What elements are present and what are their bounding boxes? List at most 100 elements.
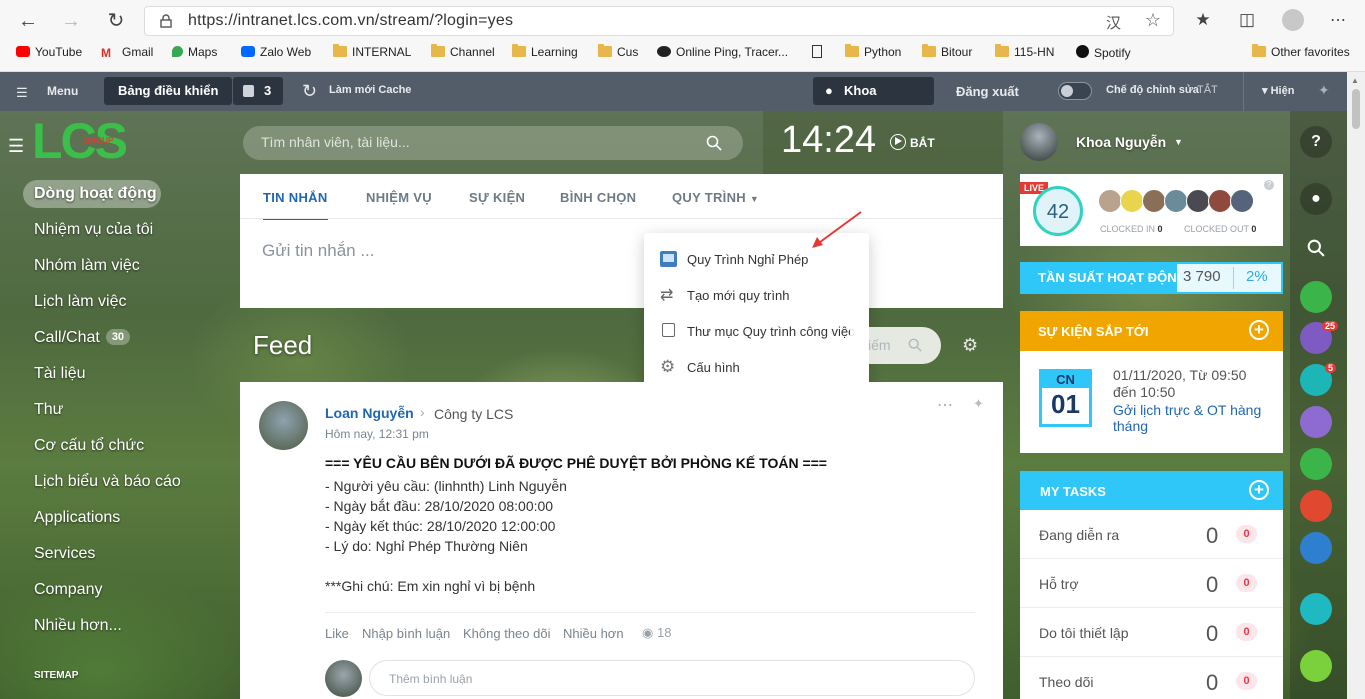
nav-item-documents[interactable]: Tài liệu [34, 365, 86, 383]
comment-button[interactable]: Nhập bình luận [362, 626, 450, 641]
profile-avatar-icon[interactable] [1282, 9, 1304, 31]
search-input[interactable] [261, 134, 681, 150]
task-row[interactable]: Theo dõi 0 0 [1020, 657, 1283, 699]
favorites-icon[interactable]: ★ [1192, 10, 1214, 30]
collections-icon[interactable]: ◫ [1236, 10, 1258, 30]
post-target[interactable]: Công ty LCS [434, 406, 513, 422]
pin-icon[interactable]: ✦ [973, 396, 984, 412]
presence-count-ring[interactable]: 42 [1033, 186, 1083, 236]
help-icon[interactable]: ? [1264, 180, 1274, 190]
task-row[interactable]: Đang diễn ra 0 0 [1020, 510, 1283, 559]
bookmark-zalo[interactable]: Zalo Web [241, 45, 311, 59]
play-icon[interactable] [890, 134, 906, 150]
feed-search[interactable]: iếm [850, 327, 941, 364]
bookmark-maps[interactable]: Maps [172, 45, 217, 59]
nav-item-reports[interactable]: Lịch biểu và báo cáo [34, 473, 181, 491]
nav-item-applications[interactable]: Applications [34, 509, 120, 527]
avatar[interactable] [1020, 123, 1058, 161]
avatar[interactable] [1164, 189, 1188, 213]
nav-item-mail[interactable]: Thư [34, 401, 63, 419]
avatar[interactable] [1142, 189, 1166, 213]
menu-item-settings[interactable]: ⚙ Cấu hình [644, 349, 869, 385]
refresh-cache-button[interactable]: Làm mới Cache [329, 84, 411, 96]
bell-icon[interactable]: ● [1300, 183, 1332, 215]
nav-item-my-tasks[interactable]: Nhiệm vụ của tôi [34, 221, 153, 239]
address-bar[interactable]: https://intranet.lcs.com.vn/stream/?logi… [144, 6, 1174, 36]
dashboard-button[interactable]: Bảng điều khiển [104, 77, 233, 105]
avatar[interactable] [1230, 189, 1254, 213]
lock-chat-icon[interactable] [1300, 448, 1332, 480]
reload-icon[interactable]: ↻ [103, 8, 129, 34]
menu-item-new-workflow[interactable]: ⇄ Tạo mới quy trình [644, 277, 869, 313]
bookmark-youtube[interactable]: YouTube [16, 45, 82, 59]
add-task-icon[interactable]: + [1249, 480, 1269, 500]
clock-toggle[interactable]: BẮT [910, 136, 935, 150]
menu-item-workflow-folder[interactable]: Thư mục Quy trình công việc [644, 313, 869, 349]
bookmark-bitour[interactable]: Bitour [922, 44, 972, 59]
lock-chat-icon[interactable] [1300, 532, 1332, 564]
nav-item-more[interactable]: Nhiều hơn... [34, 617, 122, 635]
post-time[interactable]: Hôm nay, 12:31 pm [325, 427, 429, 441]
tab-message[interactable]: TIN NHẮN [263, 190, 328, 220]
back-icon[interactable]: ← [15, 8, 41, 34]
tab-workflow[interactable]: QUY TRÌNH ▼ [672, 190, 759, 205]
refresh-icon[interactable]: ↻ [302, 81, 317, 102]
bookmark-online-ping[interactable]: Online Ping, Tracer... [657, 45, 788, 59]
event-date-badge[interactable]: CN 01 [1039, 369, 1092, 427]
more-icon[interactable]: ⋯ [1327, 10, 1349, 30]
hamburger-icon[interactable]: ☰ [8, 136, 24, 157]
avatar[interactable] [1098, 189, 1122, 213]
star-icon[interactable]: ☆ [1145, 10, 1161, 31]
user-chat-icon[interactable] [1300, 406, 1332, 438]
pin-icon[interactable]: ✦ [1318, 82, 1330, 99]
gear-icon[interactable]: ⚙ [962, 335, 978, 356]
avatar[interactable] [1120, 189, 1144, 213]
more-icon[interactable]: ⋯ [937, 395, 953, 415]
bookmark-cus[interactable]: Cus [598, 44, 638, 59]
bookmark-learning[interactable]: Learning [512, 44, 578, 59]
nav-item-activity[interactable]: Dòng hoạt động [34, 185, 157, 203]
search-icon[interactable] [908, 338, 922, 352]
task-row[interactable]: Hỗ trợ 0 0 [1020, 559, 1283, 608]
more-button[interactable]: Nhiều hơn [563, 626, 624, 641]
nav-item-workgroups[interactable]: Nhóm làm việc [34, 257, 140, 275]
transfer-icon[interactable] [1300, 593, 1332, 625]
message-input[interactable]: Gửi tin nhắn ... [262, 241, 375, 261]
nav-item-company[interactable]: Company [34, 581, 102, 599]
bookmark-page[interactable] [812, 45, 827, 60]
bookmark-other-favorites[interactable]: Other favorites [1252, 44, 1350, 59]
bookmark-spotify[interactable]: Spotify [1076, 45, 1131, 60]
translate-icon[interactable]: 汉 [1106, 12, 1121, 33]
avatar[interactable] [259, 401, 308, 450]
scroll-thumb[interactable] [1352, 89, 1360, 129]
user-chat-icon[interactable] [1300, 490, 1332, 522]
unfollow-button[interactable]: Không theo dõi [463, 626, 550, 641]
activity-bar[interactable]: TẦN SUẤT HOẠT ĐỘNG 3 790 2% [1020, 262, 1283, 294]
scrollbar[interactable]: ▲ [1347, 72, 1365, 699]
company-logo[interactable]: LCS GROUP [32, 113, 162, 174]
edit-mode-toggle[interactable] [1058, 82, 1092, 100]
hamburger-icon[interactable]: ☰ [16, 85, 28, 101]
user-button[interactable]: ● Khoa Nguyễn [813, 77, 934, 126]
tab-task[interactable]: NHIỆM VỤ [366, 190, 432, 205]
show-button[interactable]: ▾ Hiện [1262, 84, 1294, 97]
like-button[interactable]: Like [325, 626, 349, 641]
bookmark-115-hn[interactable]: 115-HN [995, 44, 1054, 59]
avatar[interactable] [1186, 189, 1210, 213]
nav-item-org-structure[interactable]: Cơ cấu tổ chức [34, 437, 144, 455]
chevron-down-icon[interactable]: ▼ [1174, 137, 1183, 147]
lock-chat-icon[interactable] [1300, 281, 1332, 313]
sitemap-link[interactable]: SITEMAP [34, 670, 78, 681]
post-author[interactable]: Loan Nguyễn [325, 405, 414, 421]
tab-poll[interactable]: BÌNH CHỌN [560, 190, 636, 205]
profile-name[interactable]: Khoa Nguyễn [1076, 134, 1166, 150]
nav-item-call-chat[interactable]: Call/Chat 30 [34, 329, 131, 347]
comment-input[interactable]: Thêm bình luận [369, 660, 975, 696]
bookmark-gmail[interactable]: M Gmail [101, 45, 153, 60]
phone-icon[interactable] [1300, 650, 1332, 682]
bookmark-channel[interactable]: Channel [431, 44, 495, 59]
logout-button[interactable]: Đăng xuất [956, 84, 1019, 99]
search-icon[interactable] [706, 135, 722, 151]
task-row[interactable]: Do tôi thiết lập 0 0 [1020, 608, 1283, 657]
forward-icon[interactable]: → [58, 8, 84, 34]
